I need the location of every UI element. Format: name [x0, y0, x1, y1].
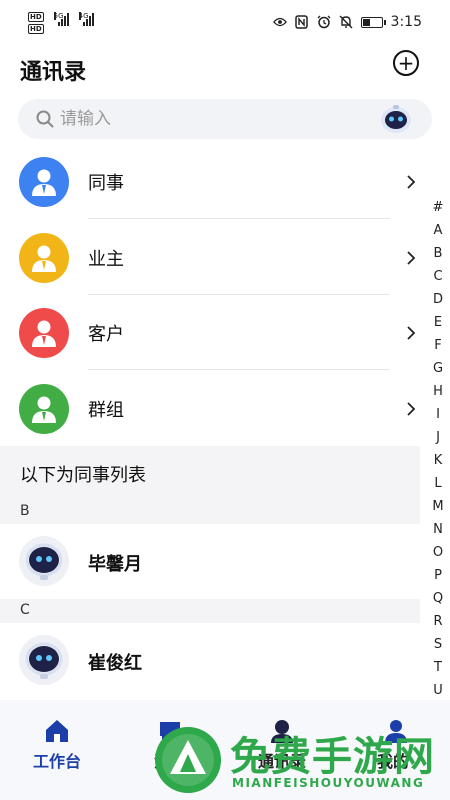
index-letter[interactable]: O — [433, 541, 443, 564]
hd-badge-1: HD — [28, 12, 44, 22]
robot-avatar-icon — [25, 543, 63, 580]
avatar — [19, 536, 69, 586]
category-label: 群组 — [88, 399, 124, 421]
nfc-icon — [295, 15, 309, 29]
person-icon — [32, 396, 56, 423]
category-owners[interactable]: 业主 — [0, 220, 420, 295]
contact-name: 崔俊红 — [88, 653, 142, 674]
contact-row[interactable]: 崔俊红 — [0, 623, 420, 698]
watermark-logo-icon — [155, 727, 221, 793]
network-label-2: 4G — [78, 12, 89, 20]
nav-label: 工作台 — [32, 752, 81, 771]
watermark-text: 免费手游网 — [230, 734, 435, 780]
alphabet-index[interactable]: # A B C D E F G H I J K L M N O P Q R S T U — [428, 196, 448, 702]
index-letter[interactable]: R — [433, 610, 442, 633]
category-groups[interactable]: 群组 — [0, 371, 420, 446]
network-label-1: 5G — [53, 12, 64, 20]
index-letter[interactable]: S — [434, 633, 442, 656]
index-letter[interactable]: G — [433, 357, 443, 380]
index-letter[interactable]: # — [433, 196, 444, 219]
status-left: HD HD 5G 4G — [28, 12, 94, 34]
robot-avatar-icon — [25, 642, 63, 679]
index-letter[interactable]: L — [434, 472, 441, 495]
chevron-right-icon — [407, 325, 416, 340]
index-letter[interactable]: C — [433, 265, 442, 288]
eye-icon — [272, 15, 287, 29]
add-button[interactable]: + — [393, 50, 419, 76]
index-letter[interactable]: J — [436, 426, 440, 449]
index-letter[interactable]: I — [436, 403, 440, 426]
hd-badge-2: HD — [28, 24, 44, 34]
avatar — [19, 635, 69, 685]
chevron-right-icon — [407, 250, 416, 265]
person-icon — [32, 320, 56, 347]
index-letter[interactable]: N — [433, 518, 443, 541]
alarm-icon — [317, 15, 331, 29]
index-letter[interactable]: T — [434, 656, 442, 679]
mute-icon — [339, 15, 353, 29]
index-letter[interactable]: Q — [433, 587, 443, 610]
chevron-right-icon — [407, 174, 416, 189]
page-title: 通讯录 — [20, 60, 87, 85]
search-input[interactable] — [60, 109, 360, 129]
watermark-subtext: MIANFEISHOUYOUWANG — [232, 776, 425, 790]
index-letter[interactable]: F — [434, 334, 441, 357]
index-letter[interactable]: A — [434, 219, 443, 242]
robot-icon[interactable] — [378, 102, 414, 136]
plus-icon: + — [397, 51, 415, 75]
nav-workbench[interactable]: 工作台 — [17, 718, 97, 772]
index-letter[interactable]: H — [433, 380, 443, 403]
divider — [88, 218, 390, 219]
category-colleagues[interactable]: 同事 — [0, 144, 420, 219]
category-label: 业主 — [88, 248, 124, 270]
status-time: 3:15 — [390, 14, 422, 30]
person-icon — [32, 169, 56, 196]
letter-group-header: B — [0, 500, 420, 524]
battery-icon — [360, 16, 386, 28]
group-letter: C — [20, 602, 30, 618]
index-letter[interactable]: M — [432, 495, 443, 518]
customers-avatar — [19, 307, 69, 358]
section-title: 以下为同事列表 — [20, 465, 146, 486]
category-label: 客户 — [88, 323, 124, 345]
contact-row[interactable]: 毕馨月 — [0, 524, 420, 599]
search-bar[interactable] — [18, 99, 432, 139]
search-icon — [36, 110, 54, 128]
index-letter[interactable]: P — [434, 564, 442, 587]
index-letter[interactable]: K — [434, 449, 443, 472]
colleagues-avatar — [19, 156, 69, 207]
chevron-right-icon — [407, 401, 416, 416]
index-letter[interactable]: U — [433, 679, 443, 702]
letter-group-header: C — [0, 599, 420, 623]
groups-avatar — [19, 383, 69, 434]
owners-avatar — [19, 232, 69, 283]
signal-2-icon: 4G — [78, 12, 94, 26]
index-letter[interactable]: B — [434, 242, 443, 265]
watermark: 免费手游网 MIANFEISHOUYOUWANG — [150, 722, 450, 800]
signal-1-icon: 5G — [53, 12, 69, 26]
person-icon — [32, 245, 56, 272]
category-customers[interactable]: 客户 — [0, 295, 420, 370]
hd-indicators: HD HD — [28, 12, 44, 34]
category-label: 同事 — [88, 172, 124, 194]
group-letter: B — [20, 503, 30, 519]
index-letter[interactable]: D — [433, 288, 443, 311]
battery-level — [362, 18, 370, 26]
status-bar: HD HD 5G 4G 3:15 — [0, 0, 450, 46]
divider — [88, 369, 390, 370]
index-letter[interactable]: E — [434, 311, 442, 334]
status-right: 3:15 — [272, 14, 422, 30]
contact-name: 毕馨月 — [88, 554, 142, 575]
home-icon — [46, 720, 68, 742]
